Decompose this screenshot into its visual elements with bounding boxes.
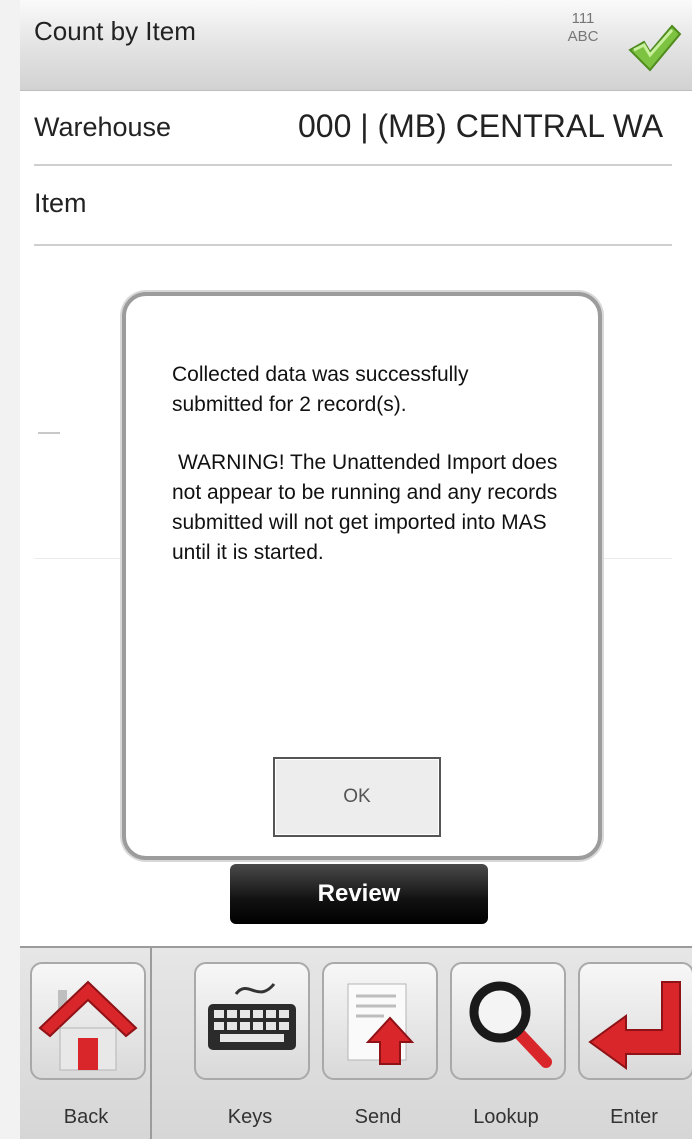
back-button[interactable]: Back [24, 948, 152, 1139]
success-message: Collected data was successfully submitte… [172, 363, 469, 416]
background-field-divider [38, 432, 60, 434]
header-bar: Count by Item 111 ABC [20, 0, 692, 91]
lookup-label: Lookup [473, 1106, 539, 1128]
enter-label: Enter [610, 1106, 658, 1128]
review-button[interactable]: Review [230, 864, 488, 924]
toolbar-separator [150, 948, 152, 1139]
keyboard-icon [194, 962, 310, 1080]
ok-button[interactable]: OK [273, 757, 441, 837]
magnifier-icon [450, 962, 566, 1080]
warehouse-label: Warehouse [34, 112, 172, 142]
keys-button[interactable]: Keys [188, 948, 316, 1139]
home-icon [30, 962, 146, 1080]
green-checkmark-icon[interactable] [624, 20, 682, 78]
item-label: Item [34, 188, 87, 218]
message-dialog: Collected data was successfully submitte… [122, 292, 602, 860]
enter-button[interactable]: Enter [572, 948, 692, 1139]
item-row[interactable]: Item [34, 166, 672, 246]
send-button[interactable]: Send [316, 948, 444, 1139]
lookup-button[interactable]: Lookup [444, 948, 572, 1139]
back-label: Back [63, 1106, 109, 1128]
bottom-toolbar: Back Keys Send Lookup Enter [20, 946, 692, 1139]
mode-alpha-label: ABC [567, 28, 599, 45]
mode-numeric-label: 111 [571, 10, 595, 27]
input-mode-indicator[interactable]: 111 ABC [560, 10, 606, 46]
keys-label: Keys [227, 1106, 273, 1128]
warehouse-row[interactable]: Warehouse 000 | (MB) CENTRAL WA [34, 90, 672, 166]
enter-arrow-icon [578, 962, 692, 1080]
app-screen: Count by Item 111 ABC Warehouse 000 | (M… [20, 0, 692, 1139]
page-title: Count by Item [34, 16, 196, 46]
send-icon [322, 962, 438, 1080]
dialog-message: Collected data was successfully submitte… [172, 360, 562, 568]
send-label: Send [354, 1106, 402, 1128]
warehouse-value[interactable]: 000 | (MB) CENTRAL WA [298, 108, 678, 145]
warning-message: WARNING! The Unattended Import does not … [172, 451, 558, 564]
